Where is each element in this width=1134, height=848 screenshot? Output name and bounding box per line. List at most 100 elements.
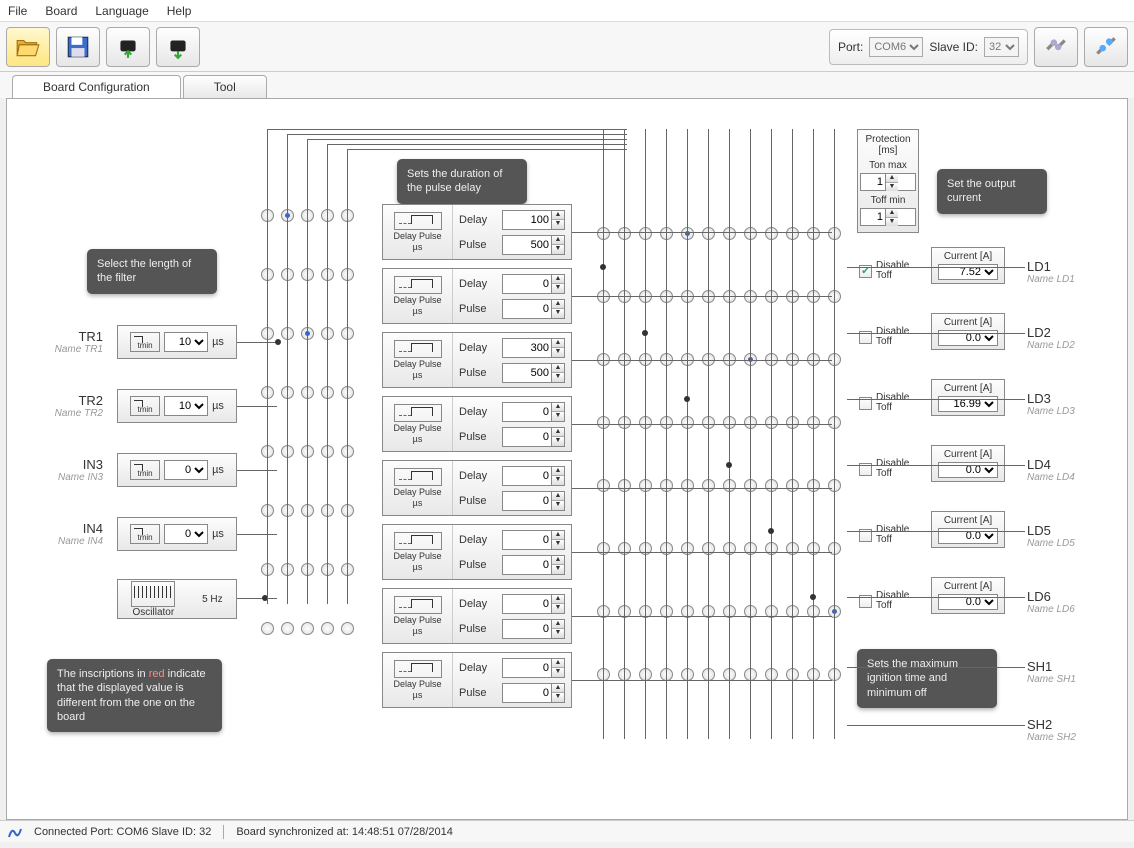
tmin-icon: tmin <box>130 524 160 544</box>
pulse-spinner-1[interactable]: ▲▼ <box>502 235 565 255</box>
pulse-spinner-8[interactable]: ▲▼ <box>502 683 565 703</box>
pulse-icon <box>394 660 442 678</box>
input-filter-IN4[interactable]: 0 <box>164 524 208 544</box>
left-route-r7-c1[interactable] <box>281 622 294 635</box>
chip-up-icon <box>115 34 141 60</box>
status-connection: Connected Port: COM6 Slave ID: 32 <box>34 826 211 838</box>
left-route-r7-c3[interactable] <box>321 622 334 635</box>
ton-max-spinner[interactable]: ▲▼ <box>860 173 916 191</box>
input-label-TR2: TR2Name TR2 <box>53 393 103 419</box>
pulse-icon <box>394 596 442 614</box>
pulse-icon <box>394 340 442 358</box>
input-block-TR2: tmin 10 µs <box>117 389 237 423</box>
delay-spinner-3[interactable]: ▲▼ <box>502 338 565 358</box>
tooltip-red: The inscriptions in red indicate that th… <box>47 659 222 732</box>
output-label-LD2: LD2Name LD2 <box>1027 325 1075 351</box>
input-filter-TR2[interactable]: 10 <box>164 396 208 416</box>
pulse-icon <box>394 532 442 550</box>
menu-board[interactable]: Board <box>45 4 77 18</box>
folder-open-icon <box>15 34 41 60</box>
pulse-spinner-7[interactable]: ▲▼ <box>502 619 565 639</box>
tab-board-config[interactable]: Board Configuration <box>12 75 181 98</box>
port-label: Port: <box>838 40 863 54</box>
slave-select[interactable]: 32 <box>984 37 1019 57</box>
current-box-4: Current [A] 0.0 <box>931 445 1005 482</box>
disable-toff-3[interactable]: DisableToff <box>859 393 919 413</box>
menu-language[interactable]: Language <box>95 4 148 18</box>
pulse-spinner-2[interactable]: ▲▼ <box>502 299 565 319</box>
diagram-canvas: Select the length of the filter Sets the… <box>6 98 1128 820</box>
input-label-IN3: IN3Name IN3 <box>53 457 103 483</box>
tab-row: Board Configuration Tool <box>0 72 1134 98</box>
port-select[interactable]: COM6 <box>869 37 923 57</box>
left-route-r7-c0[interactable] <box>261 622 274 635</box>
download-button[interactable] <box>156 27 200 67</box>
pulse-icon <box>394 468 442 486</box>
disconnect-button[interactable] <box>1084 27 1128 67</box>
floppy-icon <box>65 34 91 60</box>
current-box-3: Current [A] 16.99 <box>931 379 1005 416</box>
connect-button[interactable] <box>1034 27 1078 67</box>
tooltip-pulse: Sets the duration of the pulse delay <box>397 159 527 204</box>
left-route-r7-c2[interactable] <box>301 622 314 635</box>
oscillator-icon <box>131 581 175 607</box>
toff-min-spinner[interactable]: ▲▼ <box>860 208 916 226</box>
delay-pulse-block-8: Delay Pulseµs Delay▲▼ Pulse▲▼ <box>382 652 572 708</box>
input-filter-TR1[interactable]: 10 <box>164 332 208 352</box>
statusbar: Connected Port: COM6 Slave ID: 32 Board … <box>0 820 1134 842</box>
input-block-IN3: tmin 0 µs <box>117 453 237 487</box>
open-button[interactable] <box>6 27 50 67</box>
menu-file[interactable]: File <box>8 4 27 18</box>
disable-toff-2[interactable]: DisableToff <box>859 327 919 347</box>
pulse-spinner-4[interactable]: ▲▼ <box>502 427 565 447</box>
left-route-r7-c4[interactable] <box>341 622 354 635</box>
oscillator-freq: 5 Hz <box>202 594 223 605</box>
tooltip-ignition: Sets the maximum ignition time and minim… <box>857 649 997 708</box>
tooltip-filter: Select the length of the filter <box>87 249 217 294</box>
current-box-2: Current [A] 0.0 <box>931 313 1005 350</box>
pulse-spinner-3[interactable]: ▲▼ <box>502 363 565 383</box>
input-label-IN4: IN4Name IN4 <box>53 521 103 547</box>
delay-spinner-4[interactable]: ▲▼ <box>502 402 565 422</box>
input-filter-IN3[interactable]: 0 <box>164 460 208 480</box>
output-label-LD3: LD3Name LD3 <box>1027 391 1075 417</box>
protection-box: Protection [ms] Ton max ▲▼ Toff min ▲▼ <box>857 129 919 233</box>
toolbar: Port: COM6 Slave ID: 32 <box>0 22 1134 72</box>
oscillator-block: Oscillator 5 Hz <box>117 579 237 619</box>
output-label-LD6: LD6Name LD6 <box>1027 589 1075 615</box>
delay-pulse-block-3: Delay Pulseµs Delay▲▼ Pulse▲▼ <box>382 332 572 388</box>
output-label-SH2: SH2Name SH2 <box>1027 717 1076 743</box>
current-box-1: Current [A] 7.52 <box>931 247 1005 284</box>
plug-disconnect-icon <box>1093 34 1119 60</box>
current-box-5: Current [A] 0.0 <box>931 511 1005 548</box>
delay-spinner-5[interactable]: ▲▼ <box>502 466 565 486</box>
tmin-icon: tmin <box>130 460 160 480</box>
disable-toff-6[interactable]: DisableToff <box>859 591 919 611</box>
pulse-icon <box>394 276 442 294</box>
delay-spinner-6[interactable]: ▲▼ <box>502 530 565 550</box>
tab-tool[interactable]: Tool <box>183 75 267 98</box>
delay-spinner-2[interactable]: ▲▼ <box>502 274 565 294</box>
delay-pulse-block-6: Delay Pulseµs Delay▲▼ Pulse▲▼ <box>382 524 572 580</box>
input-label-TR1: TR1Name TR1 <box>53 329 103 355</box>
delay-pulse-block-5: Delay Pulseµs Delay▲▼ Pulse▲▼ <box>382 460 572 516</box>
delay-spinner-7[interactable]: ▲▼ <box>502 594 565 614</box>
tooltip-output: Set the output current <box>937 169 1047 214</box>
disable-toff-5[interactable]: DisableToff <box>859 525 919 545</box>
save-button[interactable] <box>56 27 100 67</box>
pulse-spinner-6[interactable]: ▲▼ <box>502 555 565 575</box>
delay-pulse-block-7: Delay Pulseµs Delay▲▼ Pulse▲▼ <box>382 588 572 644</box>
disable-toff-4[interactable]: DisableToff <box>859 459 919 479</box>
upload-button[interactable] <box>106 27 150 67</box>
delay-spinner-8[interactable]: ▲▼ <box>502 658 565 678</box>
pulse-spinner-5[interactable]: ▲▼ <box>502 491 565 511</box>
plug-connect-icon <box>1043 34 1069 60</box>
menu-help[interactable]: Help <box>167 4 192 18</box>
delay-spinner-1[interactable]: ▲▼ <box>502 210 565 230</box>
output-label-LD5: LD5Name LD5 <box>1027 523 1075 549</box>
current-box-6: Current [A] 0.0 <box>931 577 1005 614</box>
tmin-icon: tmin <box>130 332 160 352</box>
pulse-icon <box>394 404 442 422</box>
delay-pulse-block-4: Delay Pulseµs Delay▲▼ Pulse▲▼ <box>382 396 572 452</box>
disable-toff-1[interactable]: ✔ DisableToff <box>859 261 919 281</box>
